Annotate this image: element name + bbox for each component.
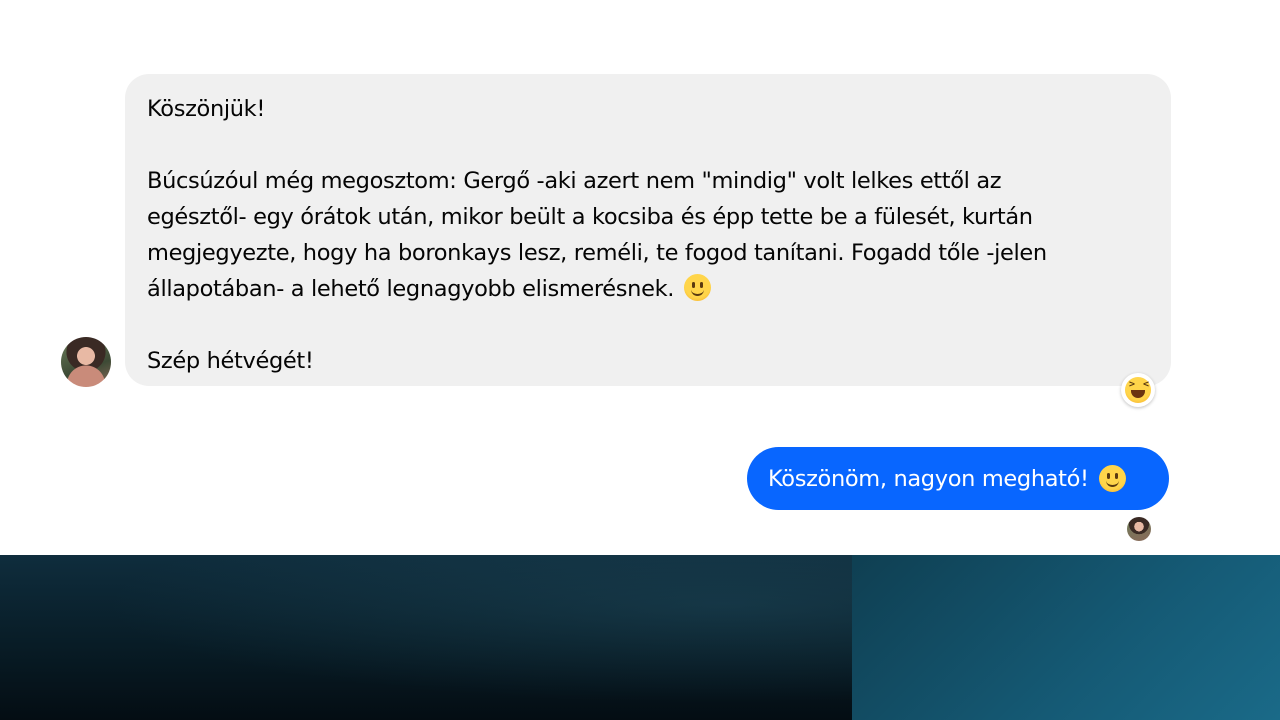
message-line: egésztől- egy órátok után, mikor beült a… (147, 204, 1033, 230)
message-line: megjegyezte, hogy ha boronkays lesz, rem… (147, 240, 1047, 266)
message-closing: Szép hétvégét! (147, 348, 314, 374)
background-panel-right (852, 555, 1280, 720)
slightly-smiling-face-icon (683, 274, 711, 301)
message-line: állapotában- a lehető legnagyobb elismer… (147, 276, 675, 302)
outgoing-message-text: Köszönöm, nagyon megható! (768, 465, 1089, 492)
laughing-face-icon (1125, 377, 1151, 403)
sender-avatar[interactable] (61, 337, 111, 387)
background-panel-left (0, 555, 852, 720)
message-greeting: Köszönjük! (147, 96, 266, 122)
message-line: Búcsúzóul még megosztom: Gergő -aki azer… (147, 168, 1002, 194)
outgoing-message-bubble[interactable]: Köszönöm, nagyon megható! (747, 447, 1169, 510)
seen-receipt-avatar (1127, 517, 1151, 541)
message-line-with-emoji: állapotában- a lehető legnagyobb elismer… (147, 271, 1149, 307)
chat-thread: Köszönjük! Búcsúzóul még megosztom: Gerg… (0, 0, 1280, 555)
message-reaction[interactable] (1121, 373, 1155, 407)
incoming-message-bubble[interactable]: Köszönjük! Búcsúzóul még megosztom: Gerg… (125, 74, 1171, 386)
slightly-smiling-face-icon (1098, 465, 1126, 492)
